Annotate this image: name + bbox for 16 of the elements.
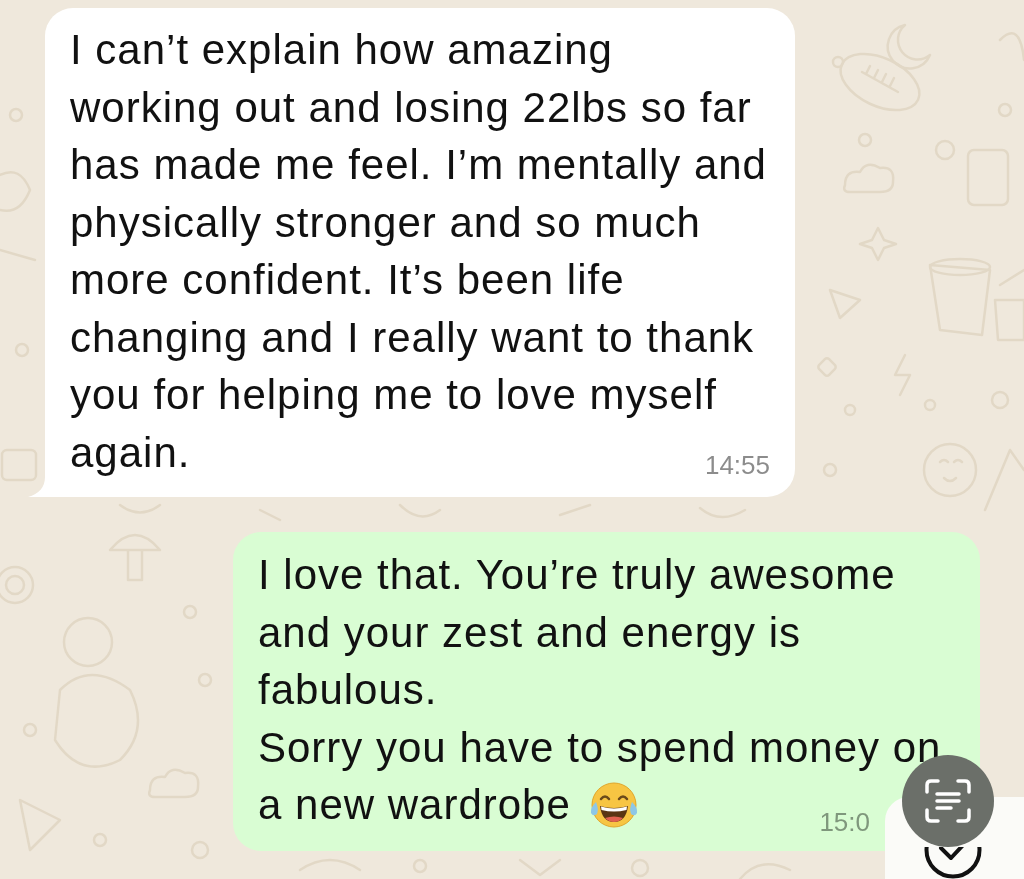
message-line: fabulous. — [258, 665, 438, 715]
message-line: Sorry you have to spend money on — [258, 722, 942, 773]
message-line: more confident. It’s been life — [70, 255, 625, 305]
message-line: and your zest and energy is — [258, 607, 801, 658]
message-line: I can’t explain how amazing — [70, 25, 613, 75]
message-line: I love that. You’re truly awesome — [258, 550, 896, 600]
message-time: 14:55 — [704, 450, 770, 480]
message-line: working out and losing 22lbs so far — [70, 82, 752, 133]
message-line: a new wardrobe — [258, 780, 571, 830]
scan-icon — [925, 779, 971, 823]
message-time: 15:0 — [819, 806, 870, 837]
message-line: changing and I really want to thank — [70, 312, 755, 363]
message-line: you for helping me to love myself — [70, 370, 717, 420]
message-line: physically stronger and so much — [70, 197, 701, 248]
message-line: has made me feel. I’m mentally and — [70, 140, 767, 190]
message-line: again. — [70, 427, 191, 478]
